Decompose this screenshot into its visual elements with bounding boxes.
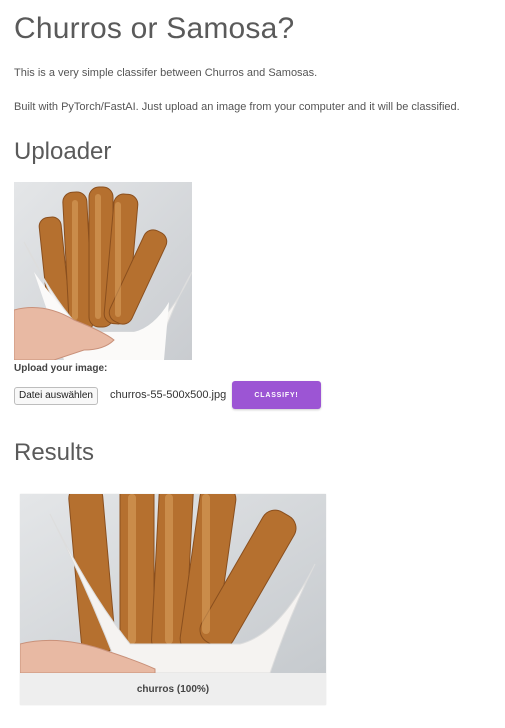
upload-label: Upload your image: (14, 363, 108, 374)
result-image (20, 494, 326, 673)
selected-file-name: churros-55-500x500.jpg (110, 389, 227, 401)
results-heading: Results (14, 439, 95, 466)
description-text: This is a very simple classifer between … (14, 67, 318, 79)
prediction-label: churros (100%) (136, 683, 210, 695)
uploaded-image-preview (14, 182, 192, 360)
page-title: Churros or Samosa? (14, 12, 295, 45)
classify-button[interactable]: CLASSIFY! (232, 381, 321, 409)
uploader-heading: Uploader (14, 138, 112, 165)
choose-file-button[interactable]: Datei auswählen (14, 387, 98, 405)
instructions-text: Built with PyTorch/FastAI. Just upload a… (14, 101, 460, 113)
result-card: churros (100%) (20, 494, 326, 705)
